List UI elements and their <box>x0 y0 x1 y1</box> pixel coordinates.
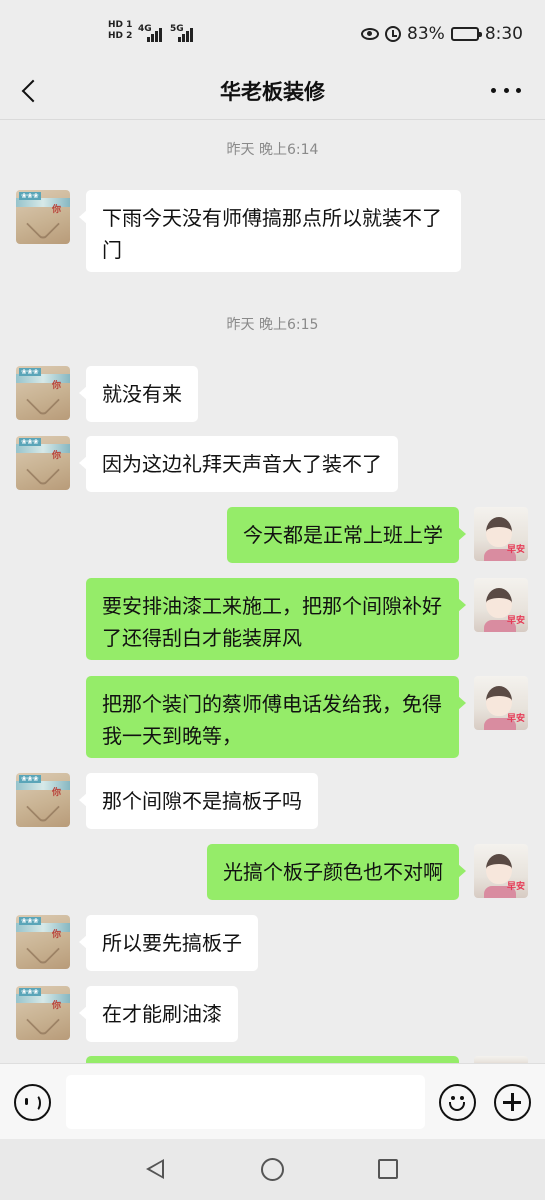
message-bubble-outgoing-partial[interactable] <box>86 1056 459 1063</box>
nav-recent-apps-icon[interactable] <box>378 1159 398 1179</box>
system-nav-bar <box>0 1139 545 1200</box>
signal-icon-2 <box>178 26 198 42</box>
contact-avatar[interactable]: ❀❀❀ 你 <box>16 915 70 969</box>
message-bubble-incoming[interactable]: 下雨今天没有师傅搞那点所以就装不了门 <box>79 190 461 272</box>
chat-header: 华老板装修 <box>0 62 545 120</box>
emoji-icon[interactable] <box>439 1084 476 1121</box>
contact-avatar[interactable]: ❀❀❀ 你 <box>16 366 70 420</box>
battery-percent: 83% <box>407 24 445 44</box>
contact-avatar[interactable]: ❀❀❀ 你 <box>16 436 70 490</box>
more-dots-icon[interactable] <box>491 80 521 100</box>
user-avatar[interactable]: 早安 <box>474 578 528 632</box>
contact-avatar[interactable]: ❀❀❀ 你 <box>16 190 70 244</box>
chat-title: 华老板装修 <box>220 80 325 104</box>
message-list[interactable]: 昨天 晚上6:14 ❀❀❀ 你 下雨今天没有师傅搞那点所以就装不了门 昨天 晚上6… <box>0 121 545 1063</box>
message-bubble-incoming[interactable]: 那个间隙不是搞板子吗 <box>79 773 318 829</box>
user-avatar[interactable]: 早安 <box>474 676 528 730</box>
message-bubble-outgoing[interactable]: 光搞个板子颜色也不对啊 <box>207 844 466 900</box>
message-bubble-incoming[interactable]: 因为这边礼拜天声音大了装不了 <box>79 436 398 492</box>
input-bar <box>0 1063 545 1139</box>
battery-icon <box>450 27 482 41</box>
alarm-icon <box>385 26 402 42</box>
user-avatar[interactable]: 早安 <box>474 507 528 561</box>
contact-avatar[interactable]: ❀❀❀ 你 <box>16 986 70 1040</box>
message-bubble-incoming[interactable]: 就没有来 <box>79 366 198 422</box>
user-avatar-partial[interactable] <box>474 1056 528 1063</box>
status-bar: HD 1 HD 2 4G 5G 83% 8:30 <box>0 0 545 62</box>
message-input[interactable] <box>66 1075 425 1129</box>
timestamp: 昨天 晚上6:15 <box>226 317 319 333</box>
user-avatar[interactable]: 早安 <box>474 844 528 898</box>
signal-icon <box>147 26 167 42</box>
plus-icon[interactable] <box>494 1084 531 1121</box>
hd1-label: HD 1 <box>108 20 133 30</box>
nav-back-icon[interactable] <box>146 1159 164 1179</box>
message-bubble-incoming[interactable]: 所以要先搞板子 <box>79 915 258 971</box>
message-bubble-incoming[interactable]: 在才能刷油漆 <box>79 986 238 1042</box>
message-bubble-outgoing[interactable]: 把那个装门的蔡师傅电话发给我，免得我一天到晚等， <box>86 676 466 758</box>
contact-avatar[interactable]: ❀❀❀ 你 <box>16 773 70 827</box>
voice-icon[interactable] <box>14 1084 51 1121</box>
message-bubble-outgoing[interactable]: 要安排油漆工来施工，把那个间隙补好了还得刮白才能装屏风 <box>86 578 466 660</box>
nav-home-icon[interactable] <box>261 1158 284 1181</box>
clock: 8:30 <box>484 24 523 44</box>
eye-icon <box>361 28 380 40</box>
sim-indicators: HD 1 HD 2 <box>108 20 132 42</box>
status-right: 83% 8:30 <box>361 22 523 46</box>
timestamp: 昨天 晚上6:14 <box>226 142 319 158</box>
message-bubble-outgoing[interactable]: 今天都是正常上班上学 <box>227 507 466 563</box>
hd2-label: HD 2 <box>108 31 133 41</box>
